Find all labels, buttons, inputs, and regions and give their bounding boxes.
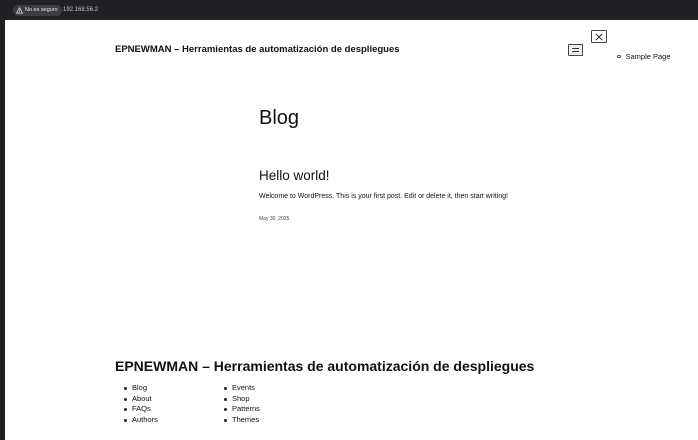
- footer-link-shop[interactable]: Shop: [224, 394, 260, 405]
- security-label: No es seguro: [25, 7, 58, 13]
- nav-item-label: Sample Page: [625, 52, 671, 61]
- bullet-icon: [124, 386, 127, 390]
- page-viewport: EPNEWMAN – Herramientas de automatizació…: [5, 20, 698, 440]
- menu-close-button[interactable]: [591, 30, 607, 43]
- footer-link-label: Events: [232, 383, 255, 392]
- footer-link-blog[interactable]: Blog: [124, 383, 158, 394]
- footer-link-patterns[interactable]: Patterns: [224, 404, 260, 415]
- post-date[interactable]: May 30, 2025: [259, 216, 289, 222]
- footer-link-faqs[interactable]: FAQs: [124, 404, 158, 415]
- navigation-menu: Sample Page: [617, 52, 671, 61]
- bullet-icon: [224, 397, 227, 401]
- footer-link-label: Patterns: [232, 404, 260, 414]
- footer-link-about[interactable]: About: [124, 394, 158, 405]
- browser-toolbar: No es seguro 192.168.56.2: [0, 0, 698, 20]
- bullet-icon: [124, 408, 127, 412]
- bullet-icon: [224, 408, 227, 412]
- close-icon: [595, 32, 603, 41]
- post-title-link[interactable]: Hello world!: [259, 168, 330, 183]
- post-excerpt: Welcome to WordPress. This is your first…: [259, 193, 508, 200]
- hamburger-icon: [572, 48, 579, 49]
- footer-link-label: Blog: [132, 383, 148, 392]
- footer-link-label: FAQs: [132, 404, 151, 414]
- nav-item-sample-page[interactable]: Sample Page: [617, 52, 671, 61]
- footer-links-column-b: Events Shop Patterns Themes: [224, 383, 260, 426]
- footer-link-authors[interactable]: Authors: [124, 415, 158, 426]
- footer-links-column-a: Blog About FAQs Authors: [124, 383, 158, 426]
- security-indicator[interactable]: No es seguro: [13, 5, 62, 16]
- footer-link-label: About: [132, 393, 152, 403]
- bullet-icon: [124, 418, 127, 422]
- hamburger-icon-line: [572, 51, 579, 52]
- site-title-link[interactable]: EPNEWMAN – Herramientas de automatizació…: [115, 44, 400, 55]
- menu-open-button[interactable]: [568, 44, 583, 56]
- bullet-icon: [224, 418, 227, 422]
- footer-link-label: Themes: [232, 415, 260, 425]
- bullet-icon: [124, 397, 127, 401]
- bullet-icon: [617, 54, 621, 59]
- footer-link-label: Shop: [232, 393, 250, 403]
- footer-link-label: Authors: [132, 415, 158, 425]
- page-title: Blog: [259, 107, 300, 129]
- footer-link-themes[interactable]: Themes: [224, 415, 260, 426]
- bullet-icon: [224, 386, 227, 390]
- address-bar-url[interactable]: 192.168.56.2: [63, 5, 98, 16]
- warning-icon: [16, 7, 23, 14]
- footer-link-events[interactable]: Events: [224, 383, 260, 394]
- footer-site-title[interactable]: EPNEWMAN – Herramientas de automatizació…: [115, 358, 534, 374]
